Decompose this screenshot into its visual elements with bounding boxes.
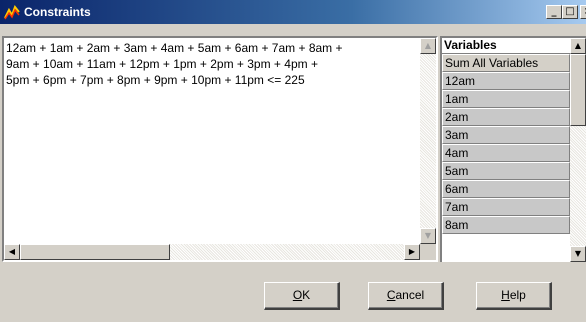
- variable-item[interactable]: 3am: [442, 126, 570, 144]
- variables-scroll-thumb[interactable]: [570, 54, 586, 126]
- scrollbar-corner: [420, 244, 436, 260]
- close-button[interactable]: ×: [580, 5, 586, 19]
- title-bar[interactable]: Constraints _ □ ×: [0, 0, 586, 24]
- scroll-right-button[interactable]: ▶: [404, 244, 420, 260]
- constraints-window: Constraints _ □ × 12am + 1am + 2am + 3am…: [0, 0, 586, 322]
- constraint-editor[interactable]: 12am + 1am + 2am + 3am + 4am + 5am + 6am…: [2, 36, 438, 262]
- horizontal-scroll-thumb[interactable]: [20, 244, 170, 260]
- editor-vertical-scrollbar[interactable]: ▲ ▼: [420, 38, 436, 244]
- cancel-button[interactable]: Cancel: [368, 282, 444, 310]
- constraint-line: 5pm + 6pm + 7pm + 8pm + 9pm + 10pm + 11p…: [6, 73, 305, 87]
- variables-list-panel: Variables Sum All Variables 12am 1am 2am…: [440, 36, 586, 262]
- cancel-button-label: Cancel: [386, 288, 425, 302]
- help-button[interactable]: Help: [476, 282, 552, 310]
- chart-line-icon: [4, 5, 20, 20]
- constraint-text[interactable]: 12am + 1am + 2am + 3am + 4am + 5am + 6am…: [4, 38, 418, 244]
- variable-item[interactable]: 8am: [442, 216, 570, 234]
- variables-vertical-scrollbar[interactable]: ▲ ▼: [570, 38, 586, 262]
- variables-header: Variables: [442, 38, 570, 54]
- variable-item[interactable]: 5am: [442, 162, 570, 180]
- scroll-up-button[interactable]: ▲: [420, 38, 436, 54]
- ok-button[interactable]: OK: [264, 282, 340, 310]
- window-title: Constraints: [24, 5, 91, 19]
- variable-item[interactable]: Sum All Variables: [442, 54, 570, 72]
- variable-item[interactable]: 12am: [442, 72, 570, 90]
- constraint-line: 9am + 10am + 11am + 12pm + 1pm + 2pm + 3…: [6, 57, 318, 71]
- variables-scroll-down-button[interactable]: ▼: [570, 246, 586, 262]
- ok-button-label: OK: [292, 288, 311, 302]
- scroll-down-button[interactable]: ▼: [420, 228, 436, 244]
- constraint-line: 12am + 1am + 2am + 3am + 4am + 5am + 6am…: [6, 41, 343, 55]
- variable-item[interactable]: 6am: [442, 180, 570, 198]
- variable-item[interactable]: 1am: [442, 90, 570, 108]
- variables-scroll-up-button[interactable]: ▲: [570, 38, 586, 54]
- maximize-button[interactable]: □: [562, 5, 578, 19]
- scroll-left-button[interactable]: ◀: [4, 244, 20, 260]
- help-button-label: Help: [501, 288, 526, 302]
- editor-horizontal-scrollbar[interactable]: ◀ ▶: [4, 244, 420, 260]
- variable-item[interactable]: 2am: [442, 108, 570, 126]
- variable-item[interactable]: 7am: [442, 198, 570, 216]
- variables-list[interactable]: Variables Sum All Variables 12am 1am 2am…: [442, 38, 570, 262]
- minimize-button[interactable]: _: [546, 5, 562, 19]
- variable-item[interactable]: 4am: [442, 144, 570, 162]
